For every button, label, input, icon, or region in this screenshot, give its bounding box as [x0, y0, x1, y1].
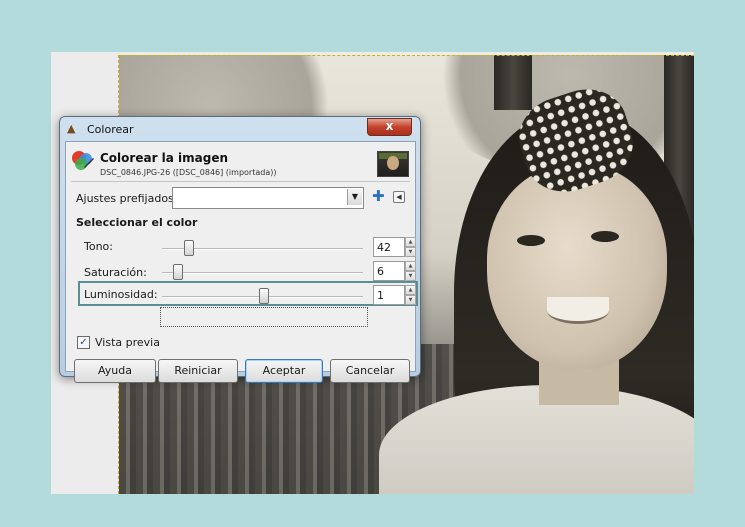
spin-down-icon[interactable]: ▼ [405, 247, 416, 257]
header-separator [71, 181, 410, 182]
saturation-slider-track[interactable] [162, 272, 363, 274]
hue-slider-handle[interactable] [184, 240, 195, 256]
triangle-left-icon[interactable]: ◀ [393, 191, 405, 203]
close-button[interactable]: x [367, 118, 412, 136]
luminosity-spinbox[interactable]: 1 ▲ ▼ [373, 285, 416, 305]
photo-tree-trunk [494, 55, 532, 110]
saturation-label: Saturación: [84, 266, 147, 279]
dialog-titlebar[interactable]: ▲ Colorear x [60, 117, 420, 141]
chevron-down-icon[interactable]: ▼ [347, 189, 362, 205]
preview-label[interactable]: Vista previa [95, 336, 160, 349]
photo-eye [517, 235, 545, 246]
spin-up-icon[interactable]: ▲ [405, 237, 416, 247]
hue-value: 42 [377, 241, 391, 254]
dialog-header-subtitle: DSC_0846.JPG-26 ([DSC_0846] (importada)) [100, 168, 277, 177]
hue-spinbox[interactable]: 42 ▲ ▼ [373, 237, 416, 257]
dialog-body: Colorear la imagen DSC_0846.JPG-26 ([DSC… [65, 141, 418, 383]
hue-label: Tono: [84, 240, 113, 253]
reset-button[interactable]: Reiniciar [158, 359, 238, 383]
photo-face [487, 165, 667, 370]
gimp-colorize-icon: ▲ [67, 122, 76, 135]
thumbnail-subject [387, 156, 399, 170]
accept-button[interactable]: Aceptar [245, 359, 323, 383]
spin-down-icon[interactable]: ▼ [405, 271, 416, 281]
preview-checkbox[interactable]: ✓ [77, 336, 90, 349]
luminosity-slider-handle[interactable] [259, 288, 270, 304]
luminosity-focus-outline [160, 307, 368, 327]
plus-icon[interactable]: ✚ [372, 188, 386, 204]
presets-dropdown[interactable]: ▼ [172, 187, 364, 209]
saturation-spinbox[interactable]: 6 ▲ ▼ [373, 261, 416, 281]
spin-up-icon[interactable]: ▲ [405, 261, 416, 271]
cancel-button[interactable]: Cancelar [330, 359, 410, 383]
dialog-title: Colorear [87, 123, 134, 136]
photo-eye [591, 231, 619, 242]
dialog-header-title: Colorear la imagen [100, 151, 229, 165]
image-thumbnail-icon [377, 151, 409, 177]
spin-down-icon[interactable]: ▼ [405, 295, 416, 305]
layer-boundary [118, 55, 694, 56]
color-wheel-icon [72, 151, 94, 170]
section-title: Seleccionar el color [76, 216, 198, 229]
luminosity-value: 1 [377, 289, 384, 302]
saturation-value: 6 [377, 265, 384, 278]
luminosity-label: Luminosidad: [84, 288, 158, 301]
help-button[interactable]: Ayuda [74, 359, 156, 383]
presets-label: Ajustes prefijados: [76, 192, 178, 205]
spin-up-icon[interactable]: ▲ [405, 285, 416, 295]
colorize-dialog: ▲ Colorear x Colorear la imagen DSC_0846… [59, 116, 421, 383]
saturation-slider-handle[interactable] [173, 264, 184, 280]
photo-smile [547, 297, 609, 324]
